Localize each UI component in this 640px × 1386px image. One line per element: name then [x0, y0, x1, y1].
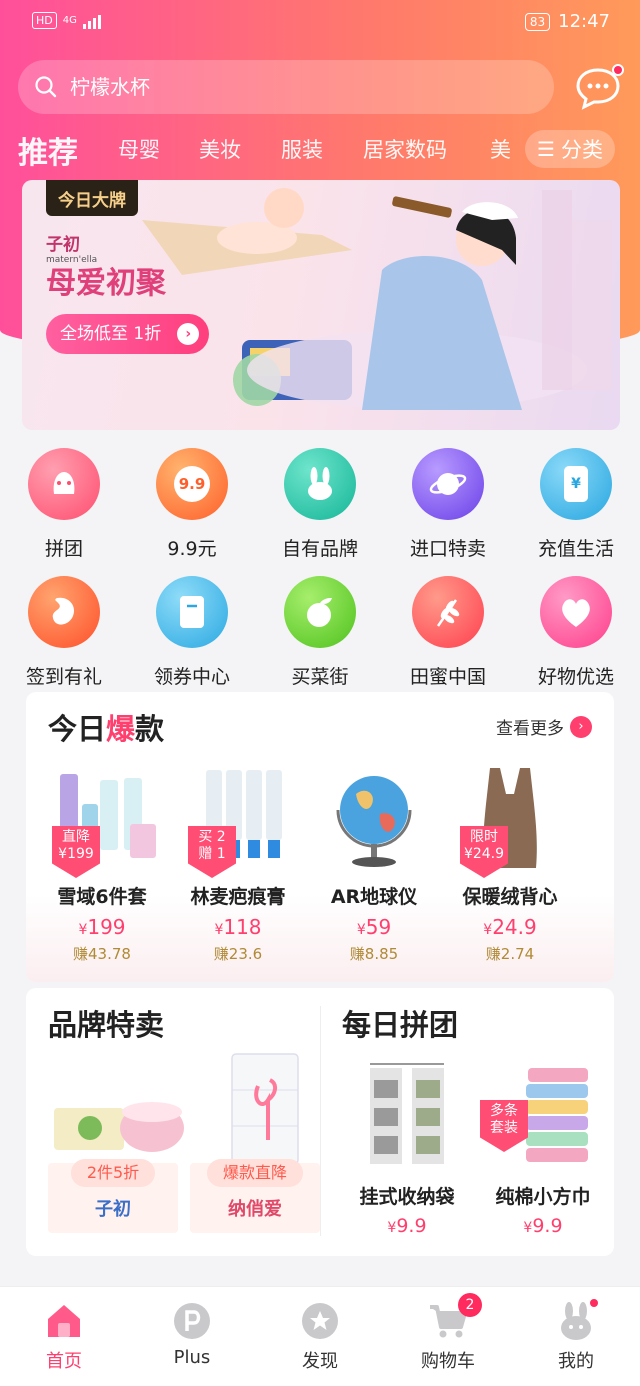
function-grid: 拼团 9.9 9.9元 自有品牌 进口特卖 ¥ 充值生活 签到有礼 领券中心 买…: [0, 440, 640, 690]
product-earn: 赚8.85: [349, 945, 399, 963]
vest-icon: 限时 ¥24.9: [450, 764, 570, 878]
category-menu-label: 分类: [560, 138, 603, 162]
hot-product-item[interactable]: 直降 ¥199 雪域6件套 ¥199 赚43.78: [36, 764, 168, 964]
group-product-item[interactable]: 挂式收纳袋 ¥9.9: [342, 1058, 472, 1237]
product-price: ¥118: [214, 915, 262, 939]
search-icon: [35, 76, 57, 98]
home-icon: [44, 1301, 84, 1341]
product-name: 保暖绒背心: [462, 886, 558, 908]
brand-sale-item[interactable]: 爆款直降 纳俏爱: [190, 1159, 320, 1233]
grid-item-recharge[interactable]: ¥ 充值生活: [512, 448, 640, 561]
grid-item-import[interactable]: 进口特卖: [384, 448, 512, 561]
tab-recommend[interactable]: 推荐: [18, 128, 78, 172]
hot-products-card: 今日爆款 查看更多 › 直降 ¥199 雪域6件套 ¥199 赚43.78 买 …: [26, 692, 614, 982]
group-buy-icon: [28, 448, 100, 520]
tab-baby[interactable]: 母婴: [118, 134, 160, 164]
brand-sale-title[interactable]: 品牌特卖: [48, 1002, 164, 1044]
grid-item-tianmi[interactable]: 田蜜中国: [384, 576, 512, 689]
rabbit-icon: [284, 448, 356, 520]
brand-logo: 子初: [95, 1199, 131, 1220]
brand-product-image: [231, 1053, 299, 1165]
hot-section-title: 今日爆款: [48, 712, 165, 746]
signal-icon: [82, 13, 101, 29]
heart-icon: [540, 576, 612, 648]
see-more-link[interactable]: 查看更多 ›: [496, 714, 592, 739]
tab-more-partial[interactable]: 美: [490, 134, 511, 164]
network-type: 4G: [62, 15, 77, 26]
hd-badge: HD: [32, 12, 57, 29]
tab-home-digital[interactable]: 居家数码: [363, 134, 447, 164]
banner-illustration: [142, 188, 612, 410]
nav-plus[interactable]: Plus: [128, 1301, 256, 1368]
grid-item-checkin[interactable]: 签到有礼: [0, 576, 128, 689]
product-price: ¥59: [356, 915, 392, 939]
cart-icon: 2: [428, 1293, 482, 1341]
status-bar: HD 4G 83 12:47: [0, 0, 640, 46]
hanging-organizer-image: [370, 1063, 444, 1164]
product-name: AR地球仪: [330, 886, 418, 908]
search-input[interactable]: [70, 75, 510, 99]
brand-logo: 纳俏爱: [228, 1199, 282, 1220]
hot-product-item[interactable]: 买 2赠 1 林麦疤痕膏 ¥118 赚23.6: [172, 764, 304, 964]
product-price: ¥9.9: [523, 1215, 563, 1237]
grid-item-coupon[interactable]: 领券中心: [128, 576, 256, 689]
message-button[interactable]: [574, 64, 624, 112]
group-product-item[interactable]: 多条 套装 纯棉小方巾 ¥9.9: [478, 1058, 608, 1237]
star-icon: [300, 1301, 340, 1341]
tab-beauty[interactable]: 美妆: [199, 134, 241, 164]
cream-tubes-icon: 买 2赠 1: [178, 764, 298, 878]
bottom-navigation: 首页 Plus 发现 2 购物车 我的: [0, 1286, 640, 1386]
hot-product-item[interactable]: AR地球仪 ¥59 赚8.85: [308, 764, 440, 964]
bean-icon: [28, 576, 100, 648]
wheat-icon: [412, 576, 484, 648]
arrow-right-icon: ›: [570, 715, 592, 738]
grid-item-own-brand[interactable]: 自有品牌: [256, 448, 384, 561]
category-tabs: 推荐 母婴 美妆 服装 居家数码 美 ☰ 分类: [0, 126, 640, 172]
phone-icon: ¥: [540, 448, 612, 520]
product-earn: 赚2.74: [485, 945, 535, 963]
product-name: 雪域6件套: [57, 886, 147, 908]
nav-home[interactable]: 首页: [0, 1301, 128, 1373]
fruit-icon: [284, 576, 356, 648]
skincare-set-icon: 直降 ¥199: [42, 764, 162, 878]
battery-icon: 83: [524, 12, 551, 31]
brand-product-image: [54, 1102, 184, 1152]
brand-group-card: 品牌特卖 每日拼团 2件5折 子初 爆款直降 纳俏爱 挂式收纳袋 ¥9.9 多条…: [26, 988, 614, 1256]
search-bar[interactable]: [18, 60, 554, 114]
divider: [320, 1006, 321, 1236]
cart-badge: 2: [458, 1293, 482, 1317]
product-name: 林麦疤痕膏: [190, 886, 286, 908]
message-dot: [612, 64, 624, 76]
promo-banner[interactable]: 今日大牌 子初 matern'ella 母爱初聚 全场低至 1折 ›: [22, 180, 620, 430]
product-price: ¥9.9: [387, 1215, 427, 1237]
product-price: ¥199: [78, 915, 126, 939]
brand-sale-item[interactable]: 2件5折 子初: [48, 1159, 178, 1233]
menu-lines-icon: ☰: [537, 137, 555, 161]
nav-discover[interactable]: 发现: [256, 1301, 384, 1373]
product-earn: 赚43.78: [73, 945, 131, 963]
clock: 12:47: [558, 11, 610, 32]
nav-profile[interactable]: 我的: [512, 1297, 640, 1373]
nine-nine-icon: 9.9: [156, 448, 228, 520]
category-menu-button[interactable]: ☰ 分类: [525, 130, 615, 168]
grid-item-pintuan[interactable]: 拼团: [0, 448, 128, 561]
coupon-icon: [156, 576, 228, 648]
tab-clothing[interactable]: 服装: [281, 134, 323, 164]
grid-item-9-9[interactable]: 9.9 9.9元: [128, 448, 256, 561]
grid-item-selected-goods[interactable]: 好物优选: [512, 576, 640, 689]
planet-icon: [412, 448, 484, 520]
plus-p-icon: [172, 1301, 212, 1341]
daily-group-title[interactable]: 每日拼团: [342, 1002, 458, 1044]
product-earn: 赚23.6: [213, 945, 263, 963]
product-name: 纯棉小方巾: [495, 1186, 591, 1208]
hot-product-item[interactable]: 限时 ¥24.9 保暖绒背心 ¥24.9 赚2.74: [444, 764, 576, 964]
product-name: 挂式收纳袋: [359, 1186, 455, 1208]
product-price: ¥24.9: [483, 915, 537, 939]
profile-rabbit-icon: [556, 1297, 600, 1341]
profile-dot: [588, 1297, 600, 1309]
nav-cart[interactable]: 2 购物车: [384, 1293, 512, 1373]
globe-icon: [314, 764, 434, 874]
grid-item-grocery[interactable]: 买菜街: [256, 576, 384, 689]
